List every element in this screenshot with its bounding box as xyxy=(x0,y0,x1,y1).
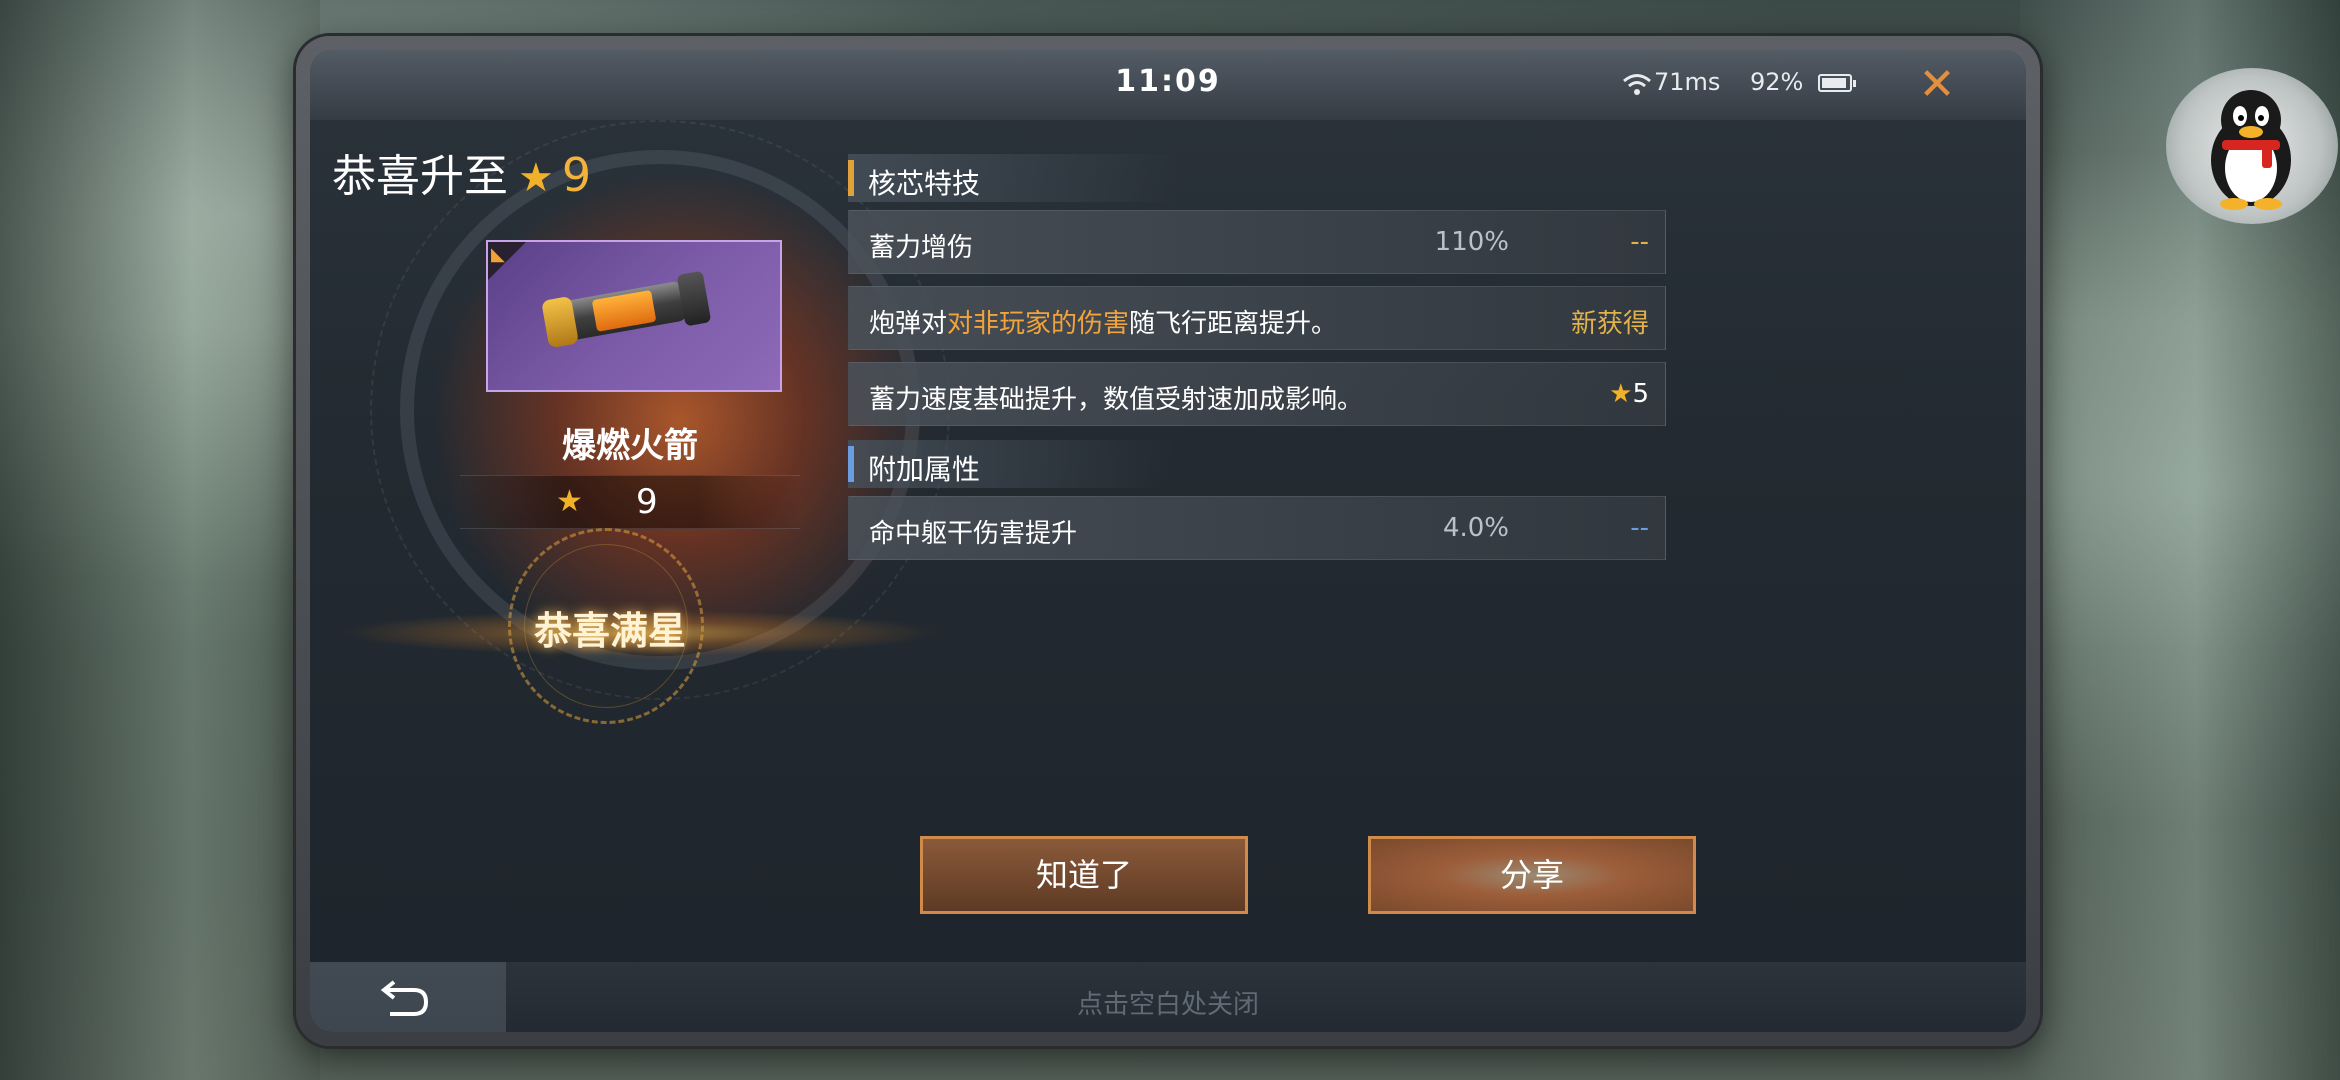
core-skill-row: 蓄力增伤 110% -- xyxy=(848,210,1666,274)
extra-attr-section-title: 附加属性 xyxy=(848,440,1178,488)
attr-value: 4.0% xyxy=(1442,513,1509,543)
skill-extra: -- xyxy=(1630,227,1649,257)
congrats-heading: 恭喜升至 ★ 9 xyxy=(332,140,591,204)
core-skill-row: 蓄力速度基础提升，数值受射速加成影响。 ★5 xyxy=(848,362,1666,426)
skill-extra: 新获得 xyxy=(1570,309,1649,339)
star-icon: ★ xyxy=(518,155,554,201)
star-icon: ★ xyxy=(556,484,583,519)
close-icon[interactable]: ✕ xyxy=(1902,56,1972,114)
qq-penguin-icon[interactable] xyxy=(2196,80,2306,210)
skill-value: 110% xyxy=(1434,227,1509,257)
star-icon: ★ xyxy=(1609,379,1633,409)
ping-text: 71ms xyxy=(1654,68,1721,96)
upgrade-dialog: 11:09 71ms 92% ✕ 恭喜升至 ★ 9 ◣ 爆燃火箭 ★ 9 恭喜满… xyxy=(310,50,2026,1032)
battery-icon xyxy=(1818,74,1856,92)
weapon-star-count: 9 xyxy=(636,482,658,522)
battery-fill xyxy=(1822,78,1846,88)
rocket-weapon-image xyxy=(540,268,717,353)
congrats-level: 9 xyxy=(561,148,592,202)
section-title-text: 核芯特技 xyxy=(868,167,981,200)
skill-label: 蓄力增伤 xyxy=(869,233,974,263)
skill-label-post: 随飞行距离提升。 xyxy=(1129,309,1338,339)
bottom-bar[interactable]: 点击空白处关闭 xyxy=(310,962,2026,1032)
battery-percent: 92% xyxy=(1750,68,1804,96)
max-star-label: 恭喜满星 xyxy=(533,609,686,653)
close-hint: 点击空白处关闭 xyxy=(1076,990,1259,1020)
status-bar: 11:09 71ms 92% ✕ xyxy=(310,50,2026,120)
attr-label: 命中躯干伤害提升 xyxy=(869,519,1078,549)
section-bar xyxy=(848,160,854,196)
ok-button[interactable]: 知道了 xyxy=(920,836,1248,914)
skill-label: 炮弹对对非玩家的伤害随飞行距离提升。 xyxy=(869,303,1337,340)
core-skill-row: 炮弹对对非玩家的伤害随飞行距离提升。 新获得 xyxy=(848,286,1666,350)
device-frame: 11:09 71ms 92% ✕ 恭喜升至 ★ 9 ◣ 爆燃火箭 ★ 9 恭喜满… xyxy=(296,36,2040,1046)
extra-attr-row: 命中躯干伤害提升 4.0% -- xyxy=(848,496,1666,560)
skill-extra: ★5 xyxy=(1609,379,1649,409)
skill-star-req: 5 xyxy=(1632,379,1649,409)
weapon-name: 爆燃火箭 xyxy=(562,426,698,466)
background-scene-left xyxy=(0,0,320,1080)
attr-extra: -- xyxy=(1630,513,1649,543)
skill-label-pre: 炮弹对 xyxy=(869,309,948,339)
weapon-star-level: ★ 9 xyxy=(460,475,800,529)
skill-label-highlight: 对非玩家的伤害 xyxy=(947,309,1130,339)
section-title-text: 附加属性 xyxy=(868,453,981,486)
share-button[interactable]: 分享 xyxy=(1368,836,1696,914)
rarity-mark-icon: ◣ xyxy=(491,244,505,265)
congrats-title: 恭喜升至 xyxy=(332,151,508,202)
game-background[interactable]: 11:09 71ms 92% ✕ 恭喜升至 ★ 9 ◣ 爆燃火箭 ★ 9 恭喜满… xyxy=(0,0,2340,1080)
core-skill-section-title: 核芯特技 xyxy=(848,154,1178,202)
weapon-card: ◣ xyxy=(486,240,782,392)
skill-label: 蓄力速度基础提升，数值受射速加成影响。 xyxy=(869,385,1364,415)
wifi-icon xyxy=(1623,74,1651,95)
section-bar xyxy=(848,446,854,482)
